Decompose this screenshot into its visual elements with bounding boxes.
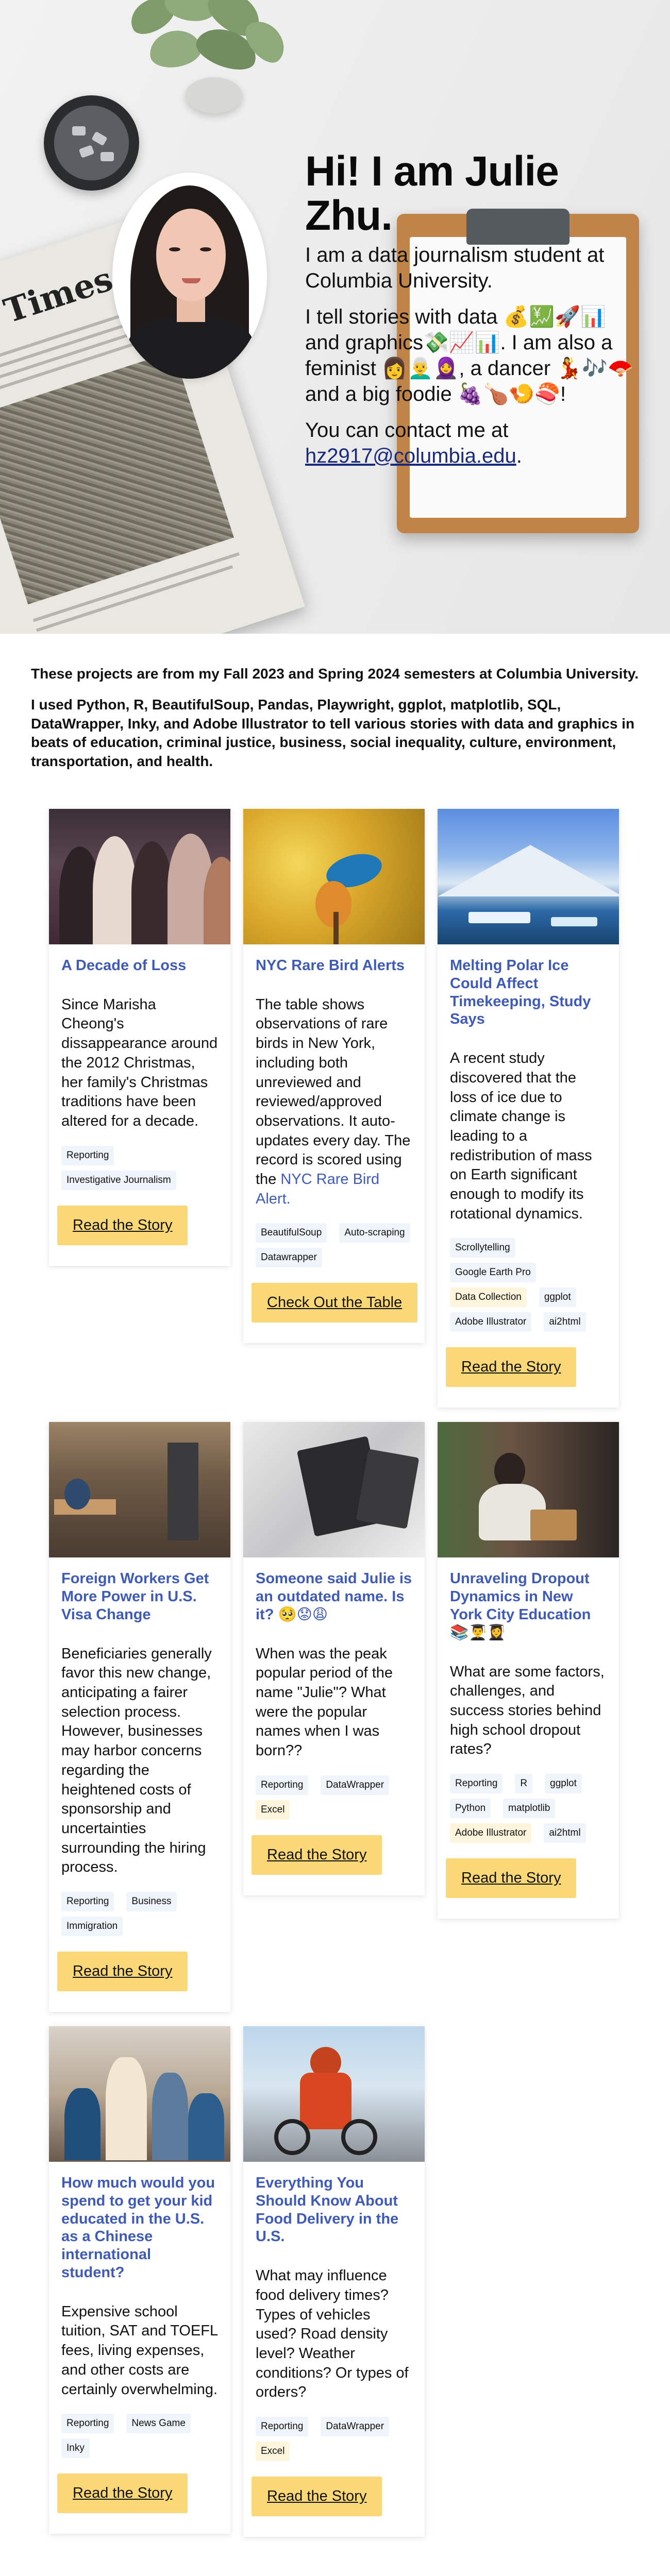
tag: Reporting <box>61 1145 114 1165</box>
tag-list: BeautifulSoup Auto-scraping Datawrapper <box>243 1209 425 1268</box>
project-title[interactable]: NYC Rare Bird Alerts <box>243 944 425 975</box>
tag: Adobe Illustrator <box>450 1823 532 1843</box>
tag: Immigration <box>61 1916 123 1936</box>
tag: ai2html <box>544 1312 586 1332</box>
tag: BeautifulSoup <box>256 1223 327 1243</box>
project-thumbnail[interactable] <box>49 2026 230 2162</box>
project-description: Beneficiaries generally favor this new c… <box>61 1645 212 1876</box>
project-title[interactable]: Melting Polar Ice Could Affect Timekeepi… <box>438 944 619 1028</box>
plant-pot <box>186 77 242 113</box>
read-story-button[interactable]: Read the Story <box>57 1205 188 1245</box>
tag-list: Reporting Investigative Journalism <box>49 1131 230 1190</box>
tag: Reporting <box>450 1773 503 1793</box>
hero-heading: Hi! I am Julie Zhu. <box>305 148 559 240</box>
tag: R <box>515 1773 533 1793</box>
project-thumbnail[interactable] <box>243 1422 425 1558</box>
project-card: Melting Polar Ice Could Affect Timekeepi… <box>438 808 619 1408</box>
tag: News Game <box>126 2414 191 2434</box>
project-card: NYC Rare Bird Alerts The table shows obs… <box>243 808 425 1344</box>
tag: Excel <box>256 1800 290 1820</box>
project-title[interactable]: Foreign Workers Get More Power in U.S. V… <box>49 1557 230 1623</box>
tag-list: Reporting R ggplot Python matplotlib Ado… <box>438 1759 619 1843</box>
tag: Adobe Illustrator <box>450 1312 532 1332</box>
project-title[interactable]: Someone said Julie is an outdated name. … <box>243 1557 425 1623</box>
project-thumbnail[interactable] <box>438 808 619 944</box>
tag-list: Reporting News Game Inky <box>49 2399 230 2459</box>
project-card: Foreign Workers Get More Power in U.S. V… <box>49 1422 230 2012</box>
read-story-button[interactable]: Read the Story <box>57 2473 188 2514</box>
tag: DataWrapper <box>321 1775 390 1795</box>
about-paragraph-1: These projects are from my Fall 2023 and… <box>31 666 639 682</box>
tag: Google Earth Pro <box>450 1263 536 1283</box>
tag: DataWrapper <box>321 2416 390 2436</box>
tag: Data Collection <box>450 1287 527 1308</box>
tag: Business <box>126 1891 177 1911</box>
project-title[interactable]: A Decade of Loss <box>49 944 230 975</box>
project-description: What are some factors, challenges, and s… <box>450 1663 605 1758</box>
tag: Scrollytelling <box>450 1238 515 1258</box>
tag-list: Reporting DataWrapper Excel <box>243 2402 425 2461</box>
tag: ggplot <box>545 1773 582 1793</box>
read-story-button[interactable]: Read the Story <box>57 1951 188 1991</box>
project-card: A Decade of Loss Since Marisha Cheong's … <box>49 808 230 1266</box>
tag: ai2html <box>544 1823 586 1843</box>
tin-image <box>44 95 139 191</box>
email-link[interactable]: hz2917@columbia.edu <box>305 445 516 467</box>
read-story-button[interactable]: Read the Story <box>446 1347 577 1387</box>
project-thumbnail[interactable] <box>49 808 230 944</box>
check-table-button[interactable]: Check Out the Table <box>252 1283 418 1323</box>
project-description: Since Marisha Cheong's dissappearance ar… <box>61 996 218 1129</box>
project-title[interactable]: Unraveling Dropout Dynamics in New York … <box>438 1557 619 1641</box>
tag-list: Scrollytelling Google Earth Pro Data Col… <box>438 1224 619 1332</box>
project-card: Someone said Julie is an outdated name. … <box>243 1422 425 1895</box>
tag: Excel <box>256 2441 290 2461</box>
tag: Inky <box>61 2438 90 2459</box>
project-thumbnail[interactable] <box>49 1422 230 1558</box>
tag: Datawrapper <box>256 1248 322 1268</box>
tag-list: Reporting DataWrapper Excel <box>243 1761 425 1820</box>
project-description: When was the peak popular period of the … <box>256 1645 393 1759</box>
tag: Reporting <box>61 2414 114 2434</box>
project-title[interactable]: Everything You Should Know About Food De… <box>243 2162 425 2246</box>
intro-text: Hi! I am Julie Zhu. I am a data journali… <box>305 149 635 469</box>
project-description: What may influence food delivery times? … <box>256 2267 409 2401</box>
tag: Reporting <box>256 1775 309 1795</box>
project-thumbnail[interactable] <box>243 808 425 944</box>
intro-line-1: I am a data journalism student at Columb… <box>305 244 605 293</box>
project-description: The table shows observations of rare bir… <box>256 996 411 1207</box>
project-card: Unraveling Dropout Dynamics in New York … <box>438 1422 619 1919</box>
tag: Auto-scraping <box>339 1223 410 1243</box>
project-card: How much would you spend to get your kid… <box>49 2026 230 2534</box>
about-paragraph-2: I used Python, R, BeautifulSoup, Pandas,… <box>31 697 635 769</box>
tag: Investigative Journalism <box>61 1170 176 1190</box>
read-story-button[interactable]: Read the Story <box>446 1858 577 1898</box>
project-card: Everything You Should Know About Food De… <box>243 2026 425 2537</box>
tag: Python <box>450 1798 491 1818</box>
tag: Reporting <box>256 2416 309 2436</box>
project-description: Expensive school tuition, SAT and TOEFL … <box>61 2303 218 2398</box>
read-story-button[interactable]: Read the Story <box>252 2476 382 2516</box>
tag: matplotlib <box>503 1798 556 1818</box>
tag: Reporting <box>61 1891 114 1911</box>
read-story-button[interactable]: Read the Story <box>252 1835 382 1875</box>
project-thumbnail[interactable] <box>243 2026 425 2162</box>
project-description: A recent study discovered that the loss … <box>450 1050 592 1222</box>
about-section: These projects are from my Fall 2023 and… <box>0 634 670 771</box>
tag-list: Reporting Business Immigration <box>49 1877 230 1936</box>
project-thumbnail[interactable] <box>438 1422 619 1558</box>
intro-line-2: I tell stories with data 💰💹🚀📊 and graphi… <box>305 306 633 406</box>
project-grid: A Decade of Loss Since Marisha Cheong's … <box>0 783 670 2568</box>
project-title[interactable]: How much would you spend to get your kid… <box>49 2162 230 2282</box>
profile-photo <box>112 173 267 379</box>
tag: ggplot <box>539 1287 576 1308</box>
hero-section: York Times Hi! I am Julie Zhu. I a <box>0 0 670 634</box>
contact-line: You can contact me at hz2917@columbia.ed… <box>305 419 522 468</box>
